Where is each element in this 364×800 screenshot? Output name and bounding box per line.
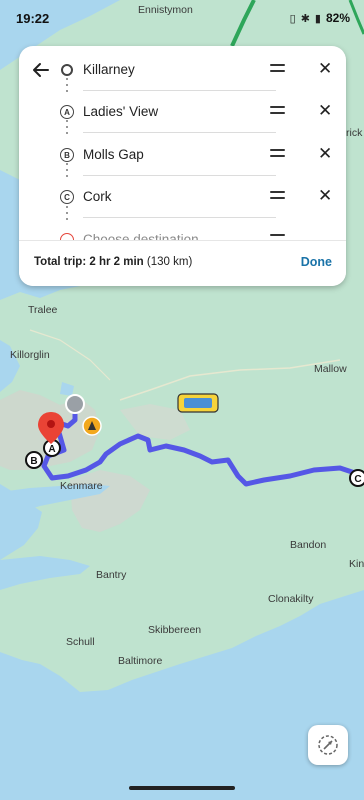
stops-list: Killarney ✕ A Ladies' View ✕ B Molls Gap…	[19, 46, 346, 242]
route-editor-card: Killarney ✕ A Ladies' View ✕ B Molls Gap…	[19, 46, 346, 286]
status-time: 19:22	[16, 10, 50, 26]
place-kin: Kin	[349, 558, 364, 570]
total-trip-time: 2 hr 2 min	[89, 256, 144, 268]
gesture-nav-bar[interactable]	[129, 786, 235, 790]
vibrate-icon: ▯	[289, 12, 296, 25]
place-clonakilty: Clonakilty	[268, 593, 314, 605]
divider	[83, 217, 276, 218]
close-icon[interactable]: ✕	[318, 145, 332, 163]
waypoint-c-label: C	[354, 474, 361, 485]
place-bantry: Bantry	[96, 569, 127, 581]
stop-row-a[interactable]: A Ladies' View ✕	[19, 91, 346, 133]
place-baltimore: Baltimore	[118, 655, 163, 667]
stop-marker-b: B	[60, 148, 74, 162]
place-bandon: Bandon	[290, 539, 326, 551]
stop-marker-c: C	[60, 190, 74, 204]
close-icon[interactable]: ✕	[318, 187, 332, 205]
close-icon[interactable]: ✕	[318, 102, 332, 120]
roadworks-icon[interactable]	[82, 416, 102, 436]
compass-button[interactable]	[308, 725, 348, 765]
stop-marker-a: A	[60, 105, 74, 119]
waypoint-b-marker[interactable]: B	[25, 451, 43, 469]
place-skibbereen: Skibbereen	[148, 624, 201, 636]
stop-label[interactable]: Ladies' View	[83, 104, 158, 119]
stop-row-c[interactable]: C Cork ✕	[19, 176, 346, 218]
origin-circle-icon	[61, 64, 73, 76]
place-schull: Schull	[66, 636, 95, 648]
stop-label[interactable]: Cork	[83, 189, 112, 204]
drag-handle-icon[interactable]	[270, 191, 285, 201]
place-kenmare: Kenmare	[60, 480, 103, 492]
status-bar: 19:22 ▯ ✱ ▮ 82%	[0, 0, 364, 36]
stop-label[interactable]: Molls Gap	[83, 147, 144, 162]
signal-icon: ▮	[314, 12, 321, 25]
waypoint-c-marker[interactable]: C	[349, 469, 364, 487]
close-icon[interactable]: ✕	[318, 60, 332, 78]
drag-handle-icon[interactable]	[270, 64, 285, 74]
total-trip: Total trip: 2 hr 2 min (130 km)	[34, 256, 192, 268]
waypoint-a-label: A	[48, 444, 55, 455]
total-trip-distance: (130 km)	[146, 256, 193, 268]
drag-handle-icon[interactable]	[270, 106, 285, 116]
status-icons: ▯ ✱ ▮ 82%	[290, 11, 350, 25]
waypoint-b-label: B	[30, 456, 37, 467]
done-button[interactable]: Done	[301, 255, 332, 269]
total-trip-label: Total trip:	[34, 256, 87, 268]
route-summary-bar: Total trip: 2 hr 2 min (130 km) Done	[19, 240, 346, 286]
place-killorglin: Killorglin	[10, 349, 50, 361]
bluetooth-icon: ✱	[300, 12, 310, 25]
place-tralee: Tralee	[28, 304, 58, 316]
stop-row-b[interactable]: B Molls Gap ✕	[19, 134, 346, 176]
stop-row-destination[interactable]: Choose destination	[19, 219, 346, 242]
place-rick: rick	[346, 127, 363, 139]
origin-marker[interactable]	[65, 394, 85, 414]
battery-level: 82%	[325, 11, 350, 25]
traffic-incident-icon[interactable]	[177, 393, 219, 413]
stop-label[interactable]: Killarney	[83, 62, 135, 77]
compass-icon	[318, 735, 338, 755]
place-mallow: Mallow	[314, 363, 347, 375]
stop-row-origin[interactable]: Killarney ✕	[19, 49, 346, 91]
divider	[83, 132, 276, 133]
drag-handle-icon[interactable]	[270, 149, 285, 159]
